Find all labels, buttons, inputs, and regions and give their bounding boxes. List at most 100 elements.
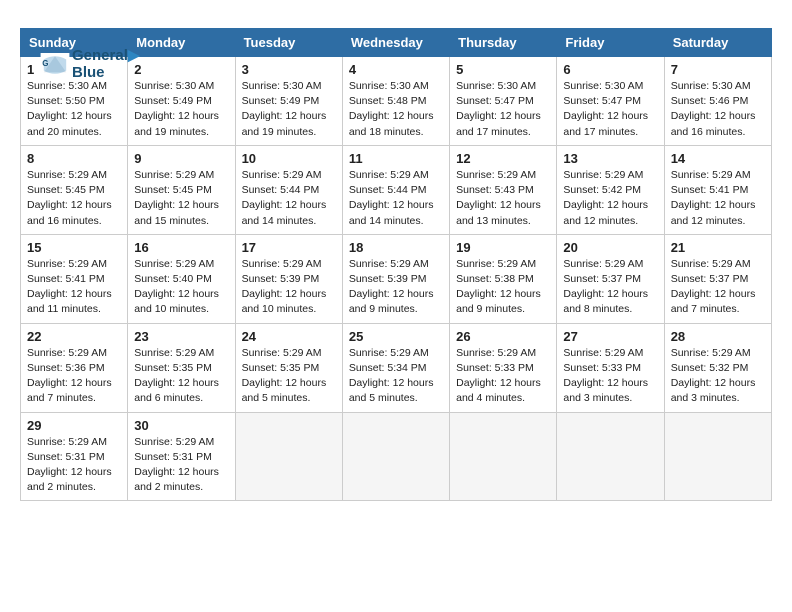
day-cell: 27 Sunrise: 5:29 AMSunset: 5:33 PMDayligh…	[557, 323, 664, 412]
day-info: Sunrise: 5:29 AMSunset: 5:45 PMDaylight:…	[27, 168, 121, 229]
day-number: 10	[242, 151, 336, 166]
col-monday: Monday	[128, 29, 235, 57]
day-info: Sunrise: 5:30 AMSunset: 5:46 PMDaylight:…	[671, 79, 765, 140]
day-info: Sunrise: 5:29 AMSunset: 5:41 PMDaylight:…	[27, 257, 121, 318]
day-cell: 29 Sunrise: 5:29 AMSunset: 5:31 PMDayligh…	[21, 412, 128, 501]
day-info: Sunrise: 5:29 AMSunset: 5:36 PMDaylight:…	[27, 346, 121, 407]
day-cell	[235, 412, 342, 501]
col-friday: Friday	[557, 29, 664, 57]
svg-text:G: G	[42, 58, 48, 67]
day-cell: 21 Sunrise: 5:29 AMSunset: 5:37 PMDayligh…	[664, 234, 771, 323]
calendar-table: Sunday Monday Tuesday Wednesday Thursday…	[20, 28, 772, 501]
day-info: Sunrise: 5:30 AMSunset: 5:47 PMDaylight:…	[563, 79, 657, 140]
day-cell: 18 Sunrise: 5:29 AMSunset: 5:39 PMDayligh…	[342, 234, 449, 323]
day-number: 12	[456, 151, 550, 166]
week-row-3: 15 Sunrise: 5:29 AMSunset: 5:41 PMDayligh…	[21, 234, 772, 323]
day-cell: 30 Sunrise: 5:29 AMSunset: 5:31 PMDayligh…	[128, 412, 235, 501]
day-cell: 26 Sunrise: 5:29 AMSunset: 5:33 PMDayligh…	[450, 323, 557, 412]
day-number: 28	[671, 329, 765, 344]
day-info: Sunrise: 5:29 AMSunset: 5:41 PMDaylight:…	[671, 168, 765, 229]
day-cell: 22 Sunrise: 5:29 AMSunset: 5:36 PMDayligh…	[21, 323, 128, 412]
day-number: 22	[27, 329, 121, 344]
day-info: Sunrise: 5:29 AMSunset: 5:35 PMDaylight:…	[134, 346, 228, 407]
day-number: 16	[134, 240, 228, 255]
day-info: Sunrise: 5:29 AMSunset: 5:38 PMDaylight:…	[456, 257, 550, 318]
day-number: 26	[456, 329, 550, 344]
day-cell: 23 Sunrise: 5:29 AMSunset: 5:35 PMDayligh…	[128, 323, 235, 412]
day-number: 27	[563, 329, 657, 344]
day-info: Sunrise: 5:29 AMSunset: 5:31 PMDaylight:…	[134, 435, 228, 496]
day-info: Sunrise: 5:30 AMSunset: 5:49 PMDaylight:…	[242, 79, 336, 140]
day-number: 29	[27, 418, 121, 433]
day-cell: 9Sunrise: 5:29 AMSunset: 5:45 PMDaylight…	[128, 145, 235, 234]
day-number: 8	[27, 151, 121, 166]
day-info: Sunrise: 5:29 AMSunset: 5:32 PMDaylight:…	[671, 346, 765, 407]
day-info: Sunrise: 5:29 AMSunset: 5:35 PMDaylight:…	[242, 346, 336, 407]
week-row-4: 22 Sunrise: 5:29 AMSunset: 5:36 PMDayligh…	[21, 323, 772, 412]
day-cell: 7 Sunrise: 5:30 AMSunset: 5:46 PMDaylight…	[664, 57, 771, 146]
day-cell: 11 Sunrise: 5:29 AMSunset: 5:44 PMDayligh…	[342, 145, 449, 234]
day-cell: 13 Sunrise: 5:29 AMSunset: 5:42 PMDayligh…	[557, 145, 664, 234]
day-cell: 4 Sunrise: 5:30 AMSunset: 5:48 PMDaylight…	[342, 57, 449, 146]
col-thursday: Thursday	[450, 29, 557, 57]
day-number: 5	[456, 62, 550, 77]
day-info: Sunrise: 5:29 AMSunset: 5:33 PMDaylight:…	[563, 346, 657, 407]
day-number: 21	[671, 240, 765, 255]
day-cell: 24 Sunrise: 5:29 AMSunset: 5:35 PMDayligh…	[235, 323, 342, 412]
day-info: Sunrise: 5:29 AMSunset: 5:44 PMDaylight:…	[349, 168, 443, 229]
day-info: Sunrise: 5:30 AMSunset: 5:48 PMDaylight:…	[349, 79, 443, 140]
logo: G General▶ Blue	[40, 48, 139, 81]
day-info: Sunrise: 5:29 AMSunset: 5:44 PMDaylight:…	[242, 168, 336, 229]
day-cell: 20 Sunrise: 5:29 AMSunset: 5:37 PMDayligh…	[557, 234, 664, 323]
day-cell: 15 Sunrise: 5:29 AMSunset: 5:41 PMDayligh…	[21, 234, 128, 323]
day-number: 24	[242, 329, 336, 344]
day-number: 23	[134, 329, 228, 344]
week-row-2: 8 Sunrise: 5:29 AMSunset: 5:45 PMDaylight…	[21, 145, 772, 234]
day-number: 19	[456, 240, 550, 255]
day-number: 3	[242, 62, 336, 77]
day-cell: 28 Sunrise: 5:29 AMSunset: 5:32 PMDayligh…	[664, 323, 771, 412]
day-info: Sunrise: 5:29 AMSunset: 5:37 PMDaylight:…	[671, 257, 765, 318]
day-info: Sunrise: 5:29 AMSunset: 5:39 PMDaylight:…	[349, 257, 443, 318]
day-cell: 5 Sunrise: 5:30 AMSunset: 5:47 PMDaylight…	[450, 57, 557, 146]
day-number: 11	[349, 151, 443, 166]
day-number: 15	[27, 240, 121, 255]
week-row-5: 29 Sunrise: 5:29 AMSunset: 5:31 PMDayligh…	[21, 412, 772, 501]
day-number: 4	[349, 62, 443, 77]
day-info: Sunrise: 5:29 AMSunset: 5:42 PMDaylight:…	[563, 168, 657, 229]
day-info: Sunrise: 5:30 AMSunset: 5:50 PMDaylight:…	[27, 79, 121, 140]
day-info: Sunrise: 5:29 AMSunset: 5:39 PMDaylight:…	[242, 257, 336, 318]
col-wednesday: Wednesday	[342, 29, 449, 57]
day-cell: 10 Sunrise: 5:29 AMSunset: 5:44 PMDayligh…	[235, 145, 342, 234]
day-cell: 8 Sunrise: 5:29 AMSunset: 5:45 PMDaylight…	[21, 145, 128, 234]
day-number: 14	[671, 151, 765, 166]
day-cell: 16 Sunrise: 5:29 AMSunset: 5:40 PMDayligh…	[128, 234, 235, 323]
day-info: Sunrise: 5:29 AMSunset: 5:31 PMDaylight:…	[27, 435, 121, 496]
day-number: 25	[349, 329, 443, 344]
day-number: 20	[563, 240, 657, 255]
day-info: Sunrise: 5:29 AMSunset: 5:45 PMDaylight:…	[134, 168, 228, 229]
day-info: Sunrise: 5:29 AMSunset: 5:33 PMDaylight:…	[456, 346, 550, 407]
col-saturday: Saturday	[664, 29, 771, 57]
day-cell: 3 Sunrise: 5:30 AMSunset: 5:49 PMDaylight…	[235, 57, 342, 146]
day-cell	[664, 412, 771, 501]
day-cell: 14 Sunrise: 5:29 AMSunset: 5:41 PMDayligh…	[664, 145, 771, 234]
day-info: Sunrise: 5:29 AMSunset: 5:37 PMDaylight:…	[563, 257, 657, 318]
day-number: 30	[134, 418, 228, 433]
day-number: 18	[349, 240, 443, 255]
day-info: Sunrise: 5:29 AMSunset: 5:34 PMDaylight:…	[349, 346, 443, 407]
day-number: 17	[242, 240, 336, 255]
day-info: Sunrise: 5:29 AMSunset: 5:40 PMDaylight:…	[134, 257, 228, 318]
day-cell: 19 Sunrise: 5:29 AMSunset: 5:38 PMDayligh…	[450, 234, 557, 323]
day-cell	[342, 412, 449, 501]
day-cell: 2 Sunrise: 5:30 AMSunset: 5:49 PMDaylight…	[128, 57, 235, 146]
day-number: 7	[671, 62, 765, 77]
day-cell	[557, 412, 664, 501]
col-tuesday: Tuesday	[235, 29, 342, 57]
day-number: 2	[134, 62, 228, 77]
day-cell: 6 Sunrise: 5:30 AMSunset: 5:47 PMDaylight…	[557, 57, 664, 146]
day-info: Sunrise: 5:30 AMSunset: 5:47 PMDaylight:…	[456, 79, 550, 140]
day-number: 6	[563, 62, 657, 77]
day-info: Sunrise: 5:30 AMSunset: 5:49 PMDaylight:…	[134, 79, 228, 140]
day-number: 13	[563, 151, 657, 166]
